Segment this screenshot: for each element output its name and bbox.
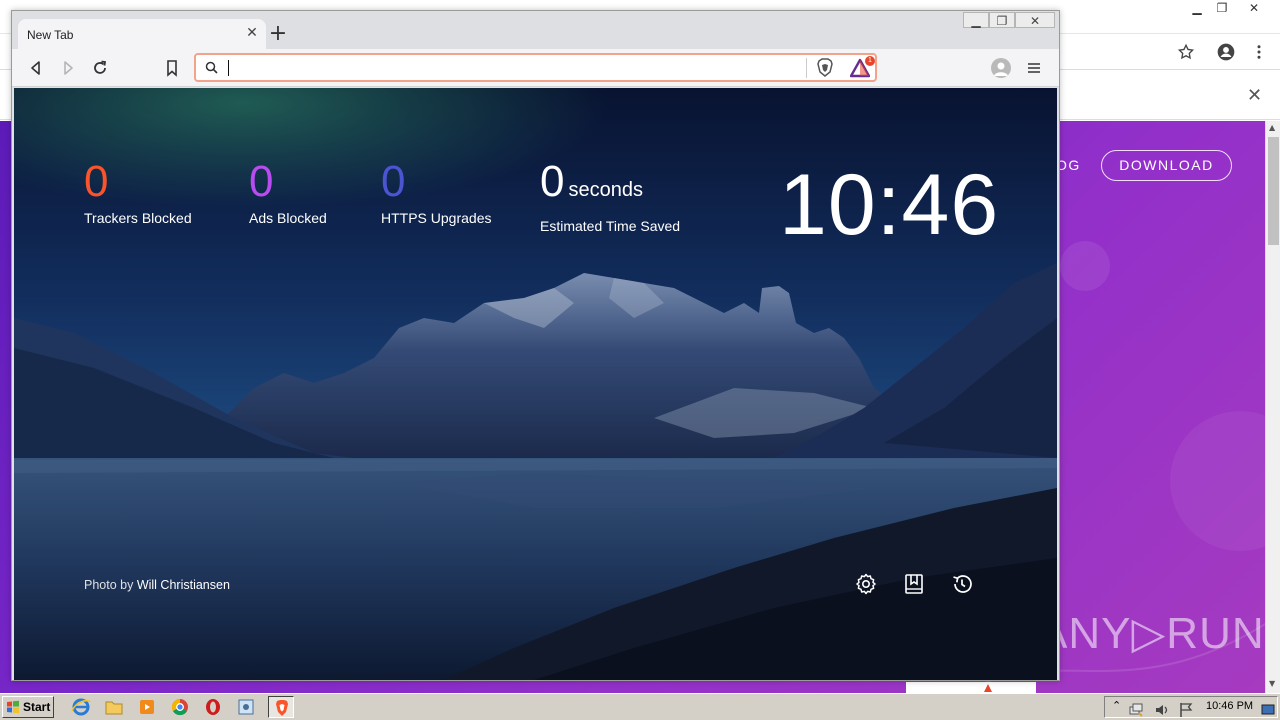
browser-toolbar: 1 [12, 49, 1059, 87]
background-close-button[interactable]: ✕ [1240, 0, 1268, 16]
brave-shields-icon[interactable] [816, 58, 834, 78]
brave-browser-window: New Tab ✕ + ▁ ❐ ✕ 1 0 Trackers Blocked 0… [11, 10, 1060, 681]
tab-new-tab[interactable]: New Tab ✕ [18, 19, 266, 49]
stat-label: Ads Blocked [249, 210, 327, 226]
system-tray: ⌃ 10:46 PM [1104, 696, 1278, 718]
tab-close-icon[interactable]: ✕ [243, 24, 261, 42]
volume-icon[interactable] [1153, 701, 1171, 719]
photo-credit-prefix: Photo by [84, 578, 134, 592]
decorative-circle [1060, 241, 1110, 291]
start-label: Start [23, 700, 51, 714]
brave-triangle-icon [984, 684, 992, 692]
opera-icon[interactable] [200, 696, 226, 718]
stat-label: Trackers Blocked [84, 210, 192, 226]
search-icon [205, 61, 218, 74]
hamburger-menu-icon[interactable] [1024, 58, 1044, 78]
stat-label: HTTPS Upgrades [381, 210, 492, 226]
address-bar[interactable]: 1 [194, 53, 877, 82]
rewards-badge: 1 [865, 56, 875, 66]
page-scrollbar[interactable]: ▲ ▼ [1265, 121, 1280, 693]
clock: 10:46 [779, 157, 1000, 253]
user-icon [994, 62, 1008, 76]
omnibox-separator [806, 58, 807, 78]
decorative-circle [1170, 411, 1265, 551]
profile-avatar[interactable] [991, 58, 1011, 78]
control-panel-icon[interactable] [233, 696, 259, 718]
kebab-menu-icon[interactable] [1250, 43, 1268, 61]
history-icon[interactable] [950, 572, 974, 596]
maximize-button[interactable]: ❐ [989, 12, 1015, 28]
background-page-strip [906, 682, 1036, 693]
photo-credit-author[interactable]: Will Christiansen [137, 578, 230, 592]
text-caret [228, 60, 229, 76]
media-player-icon[interactable] [134, 696, 160, 718]
forward-icon[interactable] [58, 58, 78, 78]
brave-icon [276, 700, 288, 716]
tab-title: New Tab [27, 28, 74, 42]
action-center-flag-icon[interactable] [1177, 701, 1195, 719]
stat-trackers-blocked: 0 Trackers Blocked [84, 157, 192, 227]
bookmarks-icon[interactable] [902, 572, 926, 596]
settings-icon[interactable] [854, 572, 878, 596]
infobar-close-icon[interactable]: ✕ [1247, 85, 1262, 106]
tab-strip: New Tab ✕ + ▁ ❐ ✕ [12, 11, 1059, 49]
network-icon[interactable] [1127, 701, 1145, 719]
show-hidden-icons-icon[interactable]: ⌃ [1112, 699, 1121, 712]
start-button[interactable]: Start [2, 696, 54, 718]
bookmark-icon[interactable] [162, 58, 182, 78]
stat-value: 0 [540, 157, 565, 206]
stat-value: 0 [84, 157, 109, 206]
back-icon[interactable] [26, 58, 46, 78]
show-desktop-icon[interactable] [1261, 701, 1275, 719]
stat-time-saved: 0 seconds Estimated Time Saved [540, 157, 681, 235]
bookmark-star-icon[interactable] [1177, 43, 1195, 61]
photo-credit: Photo by Will Christiansen [84, 578, 230, 592]
download-button[interactable]: DOWNLOAD [1101, 150, 1232, 181]
address-input[interactable] [234, 58, 794, 78]
stat-https-upgrades: 0 HTTPS Upgrades [381, 157, 492, 227]
taskbar: Start ⌃ 10:46 PM [0, 693, 1280, 720]
internet-explorer-icon[interactable] [68, 696, 94, 718]
windows-logo-icon [7, 700, 19, 714]
explorer-folder-icon[interactable] [101, 696, 127, 718]
scroll-up-icon[interactable]: ▲ [1269, 123, 1275, 132]
tray-clock[interactable]: 10:46 PM [1206, 700, 1253, 712]
minimize-button[interactable]: ▁ [963, 12, 989, 28]
scroll-thumb[interactable] [1268, 137, 1279, 245]
chrome-icon[interactable] [167, 696, 193, 718]
stat-value: 0 [249, 157, 274, 206]
new-tab-button[interactable]: + [267, 23, 289, 45]
background-minimize-button[interactable]: ▁ [1183, 0, 1211, 16]
reload-icon[interactable] [90, 58, 110, 78]
brave-taskbar-button[interactable] [268, 696, 294, 718]
close-button[interactable]: ✕ [1015, 12, 1055, 28]
background-maximize-button[interactable]: ❐ [1208, 0, 1236, 16]
new-tab-page: 0 Trackers Blocked 0 Ads Blocked 0 HTTPS… [14, 88, 1057, 680]
stat-label: Estimated Time Saved [540, 218, 681, 234]
anyrun-watermark: ANY▷RUN [1038, 609, 1265, 658]
stat-unit: seconds [568, 179, 643, 201]
account-icon[interactable] [1216, 42, 1236, 62]
stat-ads-blocked: 0 Ads Blocked [249, 157, 327, 227]
scroll-down-icon[interactable]: ▼ [1269, 679, 1275, 688]
stat-value: 0 [381, 157, 406, 206]
